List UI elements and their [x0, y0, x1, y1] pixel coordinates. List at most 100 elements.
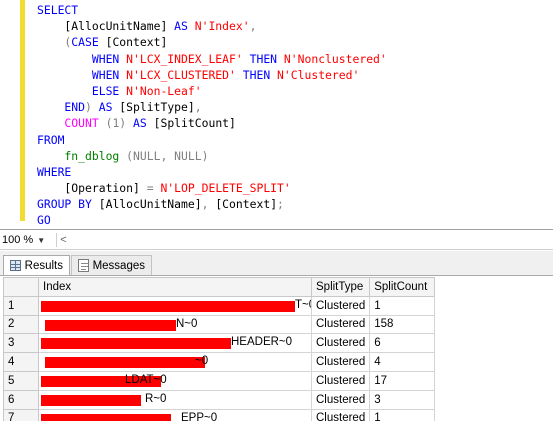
redaction-bar [41, 300, 295, 312]
query-editor[interactable]: SELECT [AllocUnitName] AS N'Index', (CAS… [0, 0, 553, 230]
code-token: END [37, 100, 86, 115]
redaction-bar [45, 319, 176, 331]
code-token: [Context] [208, 197, 278, 212]
tab-messages-label: Messages [92, 259, 145, 272]
column-header-splitcount[interactable]: SplitCount [369, 277, 436, 297]
code-token: SELECT [37, 3, 79, 17]
code-token: N'Index' [187, 19, 250, 34]
code-token: [SplitCount] [146, 116, 236, 131]
code-line[interactable]: WHEN N'LCX_CLUSTERED' THEN N'Clustered' [37, 67, 387, 83]
code-line[interactable]: [Operation] = N'LOP_DELETE_SPLIT' [37, 180, 387, 196]
row-number[interactable]: 6 [3, 389, 39, 410]
code-line[interactable]: WHEN N'LCX_INDEX_LEAF' THEN N'Noncluster… [37, 51, 387, 67]
code-token: AS [174, 19, 188, 34]
cell-index[interactable]: N~0 [38, 314, 312, 335]
grid-icon [10, 260, 21, 271]
code-line[interactable]: fn_dblog (NULL, NULL) [37, 148, 387, 164]
code-token: (1) [98, 116, 134, 131]
code-line[interactable]: FROM [37, 132, 387, 148]
code-token: N'LCX_CLUSTERED' [119, 67, 236, 82]
code-line[interactable]: SELECT [37, 2, 387, 18]
tab-messages[interactable]: Messages [71, 255, 152, 275]
code-line[interactable]: END) AS [SplitType], [37, 99, 387, 115]
code-line[interactable]: GROUP BY [AllocUnitName], [Context]; [37, 196, 387, 212]
row-number[interactable]: 2 [3, 314, 39, 335]
code-line[interactable]: [AllocUnitName] AS N'Index', [37, 18, 387, 34]
index-name-visible-suffix: N~0 [176, 317, 198, 330]
cell-index[interactable]: ~0 [38, 352, 312, 372]
cell-splitcount[interactable]: 6 [369, 333, 436, 354]
code-token: = [146, 181, 154, 196]
cell-splitcount[interactable]: 1 [369, 295, 436, 316]
row-number[interactable]: 4 [3, 352, 39, 372]
code-line[interactable]: COUNT (1) AS [SplitCount] [37, 115, 387, 131]
cell-splitcount[interactable]: 4 [369, 352, 436, 372]
code-token: CASE [71, 35, 99, 50]
cell-splittype[interactable]: Clustered [310, 408, 371, 421]
code-token: THEN [235, 67, 271, 82]
zoom-dropdown[interactable]: 100 % ▼ [2, 232, 45, 248]
cell-splitcount[interactable]: 17 [369, 370, 436, 391]
cell-splittype[interactable]: Clustered [310, 295, 371, 316]
code-token: AS [133, 116, 147, 131]
cell-index[interactable]: EPP~0 [38, 408, 312, 421]
code-token: [SplitType] [112, 100, 195, 115]
change-tracking-bar [20, 0, 25, 221]
code-token: FROM [37, 132, 65, 147]
sql-code[interactable]: SELECT [AllocUnitName] AS N'Index', (CAS… [37, 2, 387, 229]
table-row[interactable]: 2 N~0 Clustered 158 [3, 314, 436, 335]
scroll-left-button[interactable]: < [56, 233, 70, 247]
index-name-visible-suffix: HEADER~0 [231, 336, 293, 349]
code-line[interactable]: ELSE N'Non-Leaf' [37, 83, 387, 99]
cell-splitcount[interactable]: 1 [369, 408, 436, 421]
results-grid: Index SplitType SplitCount 1T~0Clustered… [3, 277, 436, 421]
cell-index[interactable]: R~0 [38, 389, 312, 410]
table-row[interactable]: 3 HEADER~0 Clustered 6 [3, 333, 436, 354]
column-header-index[interactable]: Index [38, 277, 312, 297]
messages-icon [78, 259, 89, 272]
index-name-visible-suffix: R~0 [145, 392, 167, 405]
cell-splittype[interactable]: Clustered [310, 389, 371, 410]
index-name-visible-suffix: LDAT~0 [125, 373, 167, 386]
index-name-visible-suffix: T~0 [295, 298, 311, 311]
row-number-header[interactable] [3, 277, 39, 297]
code-line[interactable]: GO [37, 212, 387, 228]
column-header-splittype[interactable]: SplitType [310, 277, 371, 297]
row-number[interactable]: 3 [3, 333, 39, 354]
grid-header-row: Index SplitType SplitCount [3, 277, 436, 297]
table-row[interactable]: 1T~0Clustered1 [3, 295, 436, 316]
cell-index[interactable]: HEADER~0 [38, 333, 312, 354]
row-number[interactable]: 1 [3, 295, 39, 316]
code-token: [Operation] [37, 181, 147, 196]
code-line[interactable]: (CASE [Context] [37, 34, 387, 50]
cell-index[interactable]: T~0 [38, 295, 312, 316]
code-token: GO [37, 213, 51, 228]
cell-splitcount[interactable]: 3 [369, 389, 436, 410]
row-number[interactable]: 5 [3, 370, 39, 391]
cell-splittype[interactable]: Clustered [310, 333, 371, 354]
redaction-bar [41, 338, 231, 350]
redaction-bar [41, 413, 171, 421]
table-row[interactable]: 5 LDAT~0 Clustered 17 [3, 370, 436, 391]
redaction-bar [45, 357, 205, 369]
code-token: NULL [133, 148, 161, 163]
cell-index[interactable]: LDAT~0 [38, 370, 312, 391]
cell-splittype[interactable]: Clustered [310, 314, 371, 335]
cell-splittype[interactable]: Clustered [310, 370, 371, 391]
code-token: N'Non-Leaf' [119, 83, 202, 98]
code-token: WHERE [37, 164, 72, 179]
cell-splittype[interactable]: Clustered [310, 352, 371, 372]
code-token: GROUP BY [37, 197, 92, 212]
code-token: [AllocUnitName] [91, 197, 202, 212]
code-token: THEN [242, 51, 278, 66]
redaction-bar [41, 394, 141, 406]
table-row[interactable]: 7 EPP~0 Clustered 1 [3, 408, 436, 421]
cell-splitcount[interactable]: 158 [369, 314, 436, 335]
tab-results[interactable]: Results [3, 255, 70, 275]
zoom-bar: 100 % ▼ < [0, 230, 553, 250]
table-row[interactable]: 6 R~0 Clustered 3 [3, 389, 436, 410]
code-line[interactable]: WHERE [37, 164, 387, 180]
table-row[interactable]: 4 ~0 Clustered 4 [3, 352, 436, 372]
code-token: , [194, 100, 202, 115]
row-number[interactable]: 7 [3, 408, 39, 421]
